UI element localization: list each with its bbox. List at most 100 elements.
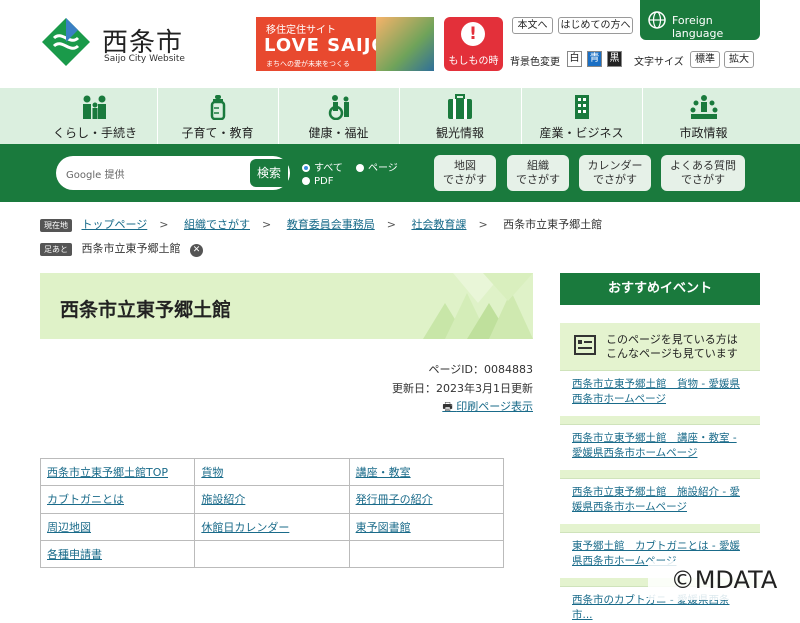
recommended-events-heading[interactable]: おすすめイベント [560,273,760,305]
find-by-organization-button[interactable]: 組織 でさがす [507,155,569,191]
breadcrumb-social-education[interactable]: 社会教育課 [411,218,466,231]
radio-all[interactable]: すべて [302,159,343,174]
watermark: ©MDATA [648,561,800,600]
document-list-icon [574,335,596,355]
printer-icon: 🖶 [442,400,457,413]
nav-health-label: 健康・福祉 [308,126,369,140]
finder-line1: よくある質問 [670,159,736,172]
font-large-button[interactable]: 拡大 [724,51,754,68]
table-row: カブトガニとは 施設紹介 発行冊子の紹介 [39,485,505,514]
google-label: Google 提供 [66,170,125,181]
wheelchair-icon [328,95,349,120]
banner-photo [376,17,434,71]
find-by-calendar-button[interactable]: カレンダー でさがす [579,155,651,191]
nav-living[interactable]: くらし・手続き [34,88,156,144]
radio-all-label: すべて [314,163,343,174]
chevron-right-icon: > [159,218,169,231]
related-link[interactable]: 西条市立東予郷土館 講座・教室 - 愛媛県西条市ホームページ [572,432,737,459]
footprint-item[interactable]: 西条市立東予郷土館 [82,242,181,255]
link-toyo-library[interactable]: 東予図書館 [356,521,411,534]
nav-childcare[interactable]: 子育て・教育 [157,88,277,144]
link-application-forms[interactable]: 各種申請書 [47,548,102,561]
font-size-label: 文字サイズ [634,57,684,68]
breadcrumb-top[interactable]: トップページ [82,218,148,231]
radio-page-label: ページ [368,163,398,174]
banner-top-text: 移住定住サイト [266,25,336,36]
banner-sub-text: まちへの愛が未来をつくる [266,60,350,68]
finder-line1: 地図 [454,159,476,172]
facility-link-table: 西条市立東予郷土館TOP 貨物 講座・教室 カブトガニとは 施設紹介 発行冊子の… [39,457,505,569]
breadcrumb: 現在地 トップページ > 組織でさがす > 教育委員会事務局 > 社会教育課 > 西条市… [40,216,602,232]
updated-date: 更新日：2023年3月1日更新 [392,382,533,395]
related-link[interactable]: 西条市立東予郷土館 施設紹介 - 愛媛県西条市ホームページ [572,486,740,513]
related-pages-box: このページを見ている方は こんなページも見ています 西条市立東予郷土館 貨物 -… [560,323,760,621]
print-label: 印刷ページ表示 [456,400,533,413]
related-pages-title-line2: こんなページも見ています [606,347,738,360]
table-cell: 周辺地図 [39,512,196,541]
link-publications[interactable]: 発行冊子の紹介 [356,493,433,506]
skip-to-content-button[interactable]: 本文へ [512,17,553,34]
finder-line2: でさがす [443,173,487,186]
chevron-right-icon: > [262,218,272,231]
search-button[interactable]: 検索 [250,159,288,187]
table-cell: 貨物 [194,457,350,487]
find-by-faq-button[interactable]: よくある質問 でさがす [661,155,745,191]
table-cell: カブトガニとは [39,485,196,514]
bg-black-button[interactable]: 黒 [607,51,622,67]
nav-city-info[interactable]: 市政情報 [642,88,764,144]
exclamation-icon: ! [461,22,485,46]
bg-white-button[interactable]: 白 [567,51,582,67]
radio-pdf-label: PDF [314,176,334,187]
nav-health[interactable]: 健康・福祉 [278,88,398,144]
table-cell: 休館日カレンダー [194,512,350,541]
bg-blue-button[interactable]: 青 [587,51,602,67]
finder-line2: でさがす [593,173,637,186]
find-by-map-button[interactable]: 地図 でさがす [434,155,496,191]
breadcrumb-organization[interactable]: 組織でさがす [184,218,250,231]
related-pages-title-line1: このページを見ている方は [606,333,738,346]
radio-icon [356,164,364,172]
emergency-button[interactable]: ! もしもの時 [444,17,503,71]
table-cell: 講座・教室 [348,457,505,487]
link-top[interactable]: 西条市立東予郷土館TOP [47,466,168,479]
decorative-pattern [423,273,533,339]
table-row: 各種申請書 [39,539,505,569]
close-icon[interactable]: ✕ [190,244,203,257]
building-icon [574,95,589,119]
radio-pdf[interactable]: PDF [302,176,333,187]
logo-subtitle: Saijo City Website [104,54,185,64]
nav-business-label: 産業・ビジネス [539,126,624,140]
table-cell [194,539,350,569]
search-input[interactable]: Google 提供 検索 [56,156,290,190]
table-cell: 西条市立東予郷土館TOP [39,457,196,487]
nav-business[interactable]: 産業・ビジネス [521,88,641,144]
foreign-language-button[interactable]: Foreign language [640,0,760,40]
breadcrumb-board-of-education[interactable]: 教育委員会事務局 [287,218,375,231]
table-cell: 発行冊子の紹介 [348,485,505,514]
related-pages-header: このページを見ている方は こんなページも見ています [560,323,760,368]
first-time-button[interactable]: はじめての方へ [558,17,633,34]
finder-line1: 組織 [527,159,549,172]
link-cargo[interactable]: 貨物 [201,466,223,479]
link-courses[interactable]: 講座・教室 [356,466,411,479]
radio-page[interactable]: ページ [356,159,398,174]
banner-main-text: LOVE SAIJO [264,35,388,56]
link-horseshoe-crab[interactable]: カブトガニとは [47,493,124,506]
link-closed-calendar[interactable]: 休館日カレンダー [201,521,289,534]
council-icon [690,95,717,119]
list-item: 西条市立東予郷土館 施設紹介 - 愛媛県西条市ホームページ [560,478,760,524]
finder-line1: カレンダー [587,159,643,172]
link-facility-intro[interactable]: 施設紹介 [201,493,245,506]
print-page-link[interactable]: 🖶 印刷ページ表示 [442,398,533,417]
nav-tourism[interactable]: 観光情報 [399,88,520,144]
related-link[interactable]: 西条市立東予郷土館 貨物 - 愛媛県西条市ホームページ [572,378,740,405]
link-area-map[interactable]: 周辺地図 [47,521,91,534]
table-cell: 施設紹介 [194,485,350,514]
footprint-trail: 足あと 西条市立東予郷土館 ✕ [40,240,203,257]
love-saijo-banner[interactable]: 移住定住サイト LOVE SAIJO まちへの愛が未来をつくる [256,17,434,71]
site-logo[interactable]: 西条市 Saijo City Website [40,16,200,68]
chevron-right-icon: > [478,218,488,231]
finder-line2: でさがす [516,173,560,186]
suitcase-icon [448,94,472,119]
font-standard-button[interactable]: 標準 [690,51,720,68]
